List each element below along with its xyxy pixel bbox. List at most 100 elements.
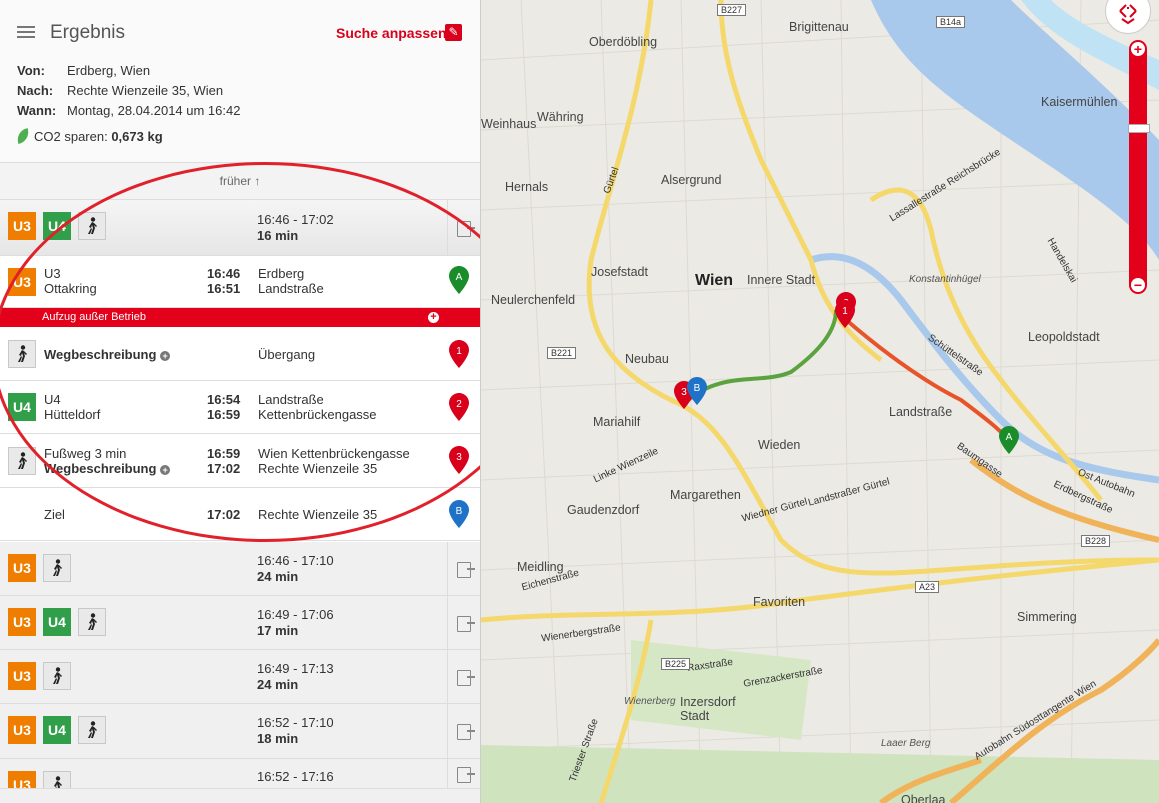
segment-arrival: 16:51 [207, 281, 241, 296]
export-icon[interactable] [447, 759, 480, 788]
export-icon[interactable] [447, 542, 480, 595]
marker-1-icon: 1 [449, 340, 469, 368]
map-label-wieden: Wieden [758, 438, 801, 452]
trip-duration: 24 min [257, 677, 299, 692]
directions-link[interactable]: Wegbeschreibung + [44, 461, 171, 476]
export-icon[interactable] [447, 704, 480, 758]
zoom-out-icon[interactable]: − [1131, 278, 1145, 292]
line-badge-u3: U3 [8, 268, 36, 296]
trip-time: 16:52 - 17:10 [257, 715, 334, 730]
co2-row: CO2 sparen: 0,673 kg [15, 128, 163, 144]
segment-to: Rechte Wienzeile 35 [258, 461, 378, 476]
map-label-weinhaus: Weinhaus [481, 117, 537, 131]
trip-duration: 18 min [257, 731, 299, 746]
when-row: Wann: Montag, 28.04.2014 um 16:42 [17, 103, 240, 118]
walk-icon [8, 340, 36, 368]
to-row: Nach: Rechte Wienzeile 35, Wien [17, 83, 223, 98]
segment-u4[interactable]: U4 U4 Hütteldorf 16:54 16:59 Landstraße … [0, 381, 480, 434]
map-label-innere-stadt: Innere Stadt [747, 273, 816, 287]
walk-icon [8, 447, 36, 475]
segment-place: Übergang [258, 347, 316, 362]
earlier-button[interactable]: früher ↑ [0, 163, 480, 200]
zoom-handle[interactable] [1128, 124, 1150, 133]
pan-arrows-icon [1119, 4, 1137, 25]
export-icon[interactable] [447, 596, 480, 649]
segment-destination[interactable]: Ziel 17:02 Rechte Wienzeile 35 B [0, 488, 480, 541]
road-shield-b227: B227 [717, 4, 747, 16]
to-value: Rechte Wienzeile 35, Wien [67, 83, 224, 98]
walk-icon [43, 554, 71, 582]
map-label-hernals: Hernals [505, 180, 549, 194]
trip-time: 16:46 - 17:02 [257, 212, 334, 227]
svg-text:1: 1 [456, 346, 462, 357]
from-value: Erdberg, Wien [67, 63, 151, 78]
segment-direction: Hütteldorf [44, 407, 101, 422]
segment-transfer[interactable]: Wegbeschreibung + Übergang 1 [0, 328, 480, 381]
trip-row[interactable]: U3 16:46 - 17:10 24 min [0, 542, 480, 596]
segment-walk[interactable]: Fußweg 3 min Wegbeschreibung + 16:59 17:… [0, 434, 480, 488]
adjust-search-link[interactable]: Suche anpassen [336, 25, 447, 41]
segment-u3[interactable]: U3 U3 Ottakring 16:46 16:51 Erdberg Land… [0, 256, 480, 308]
line-badge-u3: U3 [8, 771, 36, 788]
segment-from: Erdberg [258, 266, 305, 281]
from-label: Von: [17, 63, 45, 78]
map-label-mariahilf: Mariahilf [593, 415, 641, 429]
map-marker-a-icon[interactable]: A [999, 426, 1019, 454]
map-label-wienerberg: Wienerberg [624, 696, 676, 707]
map-label-neulerchenfeld: Neulerchenfeld [491, 293, 576, 307]
svg-text:2: 2 [456, 399, 462, 410]
map-label-meidling: Meidling [517, 560, 564, 574]
map-pan-control[interactable] [1105, 0, 1151, 34]
map-marker-b-icon[interactable]: B [687, 377, 707, 405]
zoom-slider[interactable]: + − [1128, 40, 1150, 294]
segment-direction: Ottakring [44, 281, 97, 296]
destination-time: 17:02 [207, 507, 241, 522]
edit-icon[interactable]: ✎ [445, 24, 462, 41]
segment-from: Landstraße [258, 392, 324, 407]
later-button[interactable] [0, 788, 480, 803]
map-label-josefstadt: Josefstadt [591, 265, 648, 279]
export-icon[interactable] [447, 200, 480, 255]
map-label-neubau: Neubau [625, 352, 669, 366]
map[interactable]: 2 1 3 B A Wien Innere Stadt Brigittenau … [481, 0, 1159, 803]
co2-value: 0,673 kg [111, 129, 163, 144]
road-shield-b225: B225 [661, 658, 691, 670]
walk-duration: Fußweg 3 min [44, 446, 127, 461]
list-icon[interactable] [17, 26, 35, 42]
map-label-landstrasse: Landstraße [889, 405, 953, 419]
line-badge-u3: U3 [8, 608, 36, 636]
destination-label: Ziel [44, 507, 65, 522]
trip-time: 16:46 - 17:10 [257, 553, 334, 568]
when-value: Montag, 28.04.2014 um 16:42 [67, 103, 241, 118]
directions-link[interactable]: Wegbeschreibung + [44, 347, 171, 362]
line-badge-u3: U3 [8, 662, 36, 690]
trip-row-selected[interactable]: U3 U4 16:46 - 17:02 16 min [0, 200, 480, 256]
map-label-laaer-berg: Laaer Berg [881, 738, 931, 749]
map-label-konstantinhuegel: Konstantinhügel [909, 274, 981, 285]
line-badge-u3: U3 [8, 716, 36, 744]
trip-row[interactable]: U3 16:52 - 17:16 [0, 759, 480, 789]
marker-a-icon: A [449, 266, 469, 294]
zoom-in-icon[interactable]: + [1131, 42, 1145, 56]
arrow-up-icon: ↑ [254, 174, 261, 188]
leaf-icon [15, 128, 31, 144]
results-header: Ergebnis Suche anpassen ✎ Von: Erdberg, W… [0, 0, 480, 163]
export-icon[interactable] [447, 650, 480, 703]
walk-icon [78, 212, 106, 240]
plus-icon[interactable]: + [428, 312, 439, 323]
trip-row[interactable]: U3 U4 16:49 - 17:06 17 min [0, 596, 480, 650]
map-marker-1-icon[interactable]: 1 [835, 300, 855, 328]
alert-text: Aufzug außer Betrieb [42, 311, 146, 323]
trip-row[interactable]: U3 U4 16:52 - 17:10 18 min [0, 704, 480, 759]
walk-icon [78, 716, 106, 744]
trip-row[interactable]: U3 16:49 - 17:13 24 min [0, 650, 480, 704]
plus-circle-icon: + [160, 465, 171, 475]
map-label-gaudenzdorf: Gaudenzdorf [567, 503, 640, 517]
elevator-alert[interactable]: Aufzug außer Betrieb + [0, 308, 480, 327]
results-panel: Ergebnis Suche anpassen ✎ Von: Erdberg, W… [0, 0, 481, 803]
map-label-oberdoebling: Oberdöbling [589, 35, 658, 49]
walk-icon [78, 608, 106, 636]
trip-time: 16:52 - 17:16 [257, 769, 334, 784]
line-badge-u4: U4 [8, 393, 36, 421]
destination-place: Rechte Wienzeile 35 [258, 507, 378, 522]
